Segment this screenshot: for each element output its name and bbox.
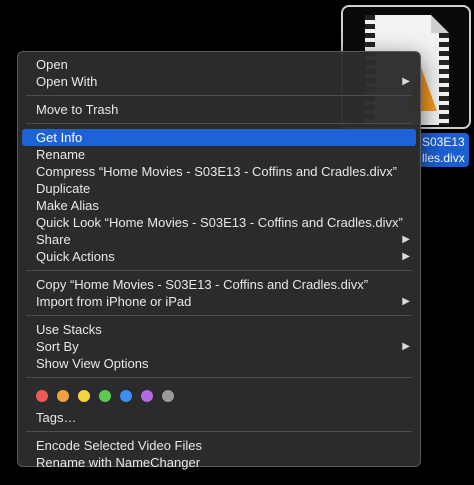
chevron-right-icon: ▶ xyxy=(402,251,410,262)
file-name-line: S03E13 xyxy=(422,135,465,149)
menu-item-label: Duplicate xyxy=(36,181,91,196)
context-menu: Open Open With ▶ Move to Trash Get Info R… xyxy=(17,51,421,470)
menu-item-label: Use Stacks xyxy=(36,322,102,337)
tag-red[interactable] xyxy=(36,390,48,402)
menu-item-label: Open xyxy=(36,57,68,72)
tag-blue[interactable] xyxy=(120,390,132,402)
film-strip-icon xyxy=(439,33,449,125)
menu-item-open[interactable]: Open xyxy=(18,56,420,73)
menu-item-label: Encode Selected Video Files xyxy=(36,438,202,453)
menu-item-label: Show View Options xyxy=(36,356,149,371)
menu-item-use-stacks[interactable]: Use Stacks xyxy=(18,321,420,338)
chevron-right-icon: ▶ xyxy=(402,234,410,245)
tag-gray[interactable] xyxy=(162,390,174,402)
tag-purple[interactable] xyxy=(141,390,153,402)
menu-item-get-info[interactable]: Get Info xyxy=(22,129,416,146)
menu-item-label: Make Alias xyxy=(36,198,99,213)
tag-yellow[interactable] xyxy=(78,390,90,402)
menu-separator xyxy=(26,315,412,316)
menu-item-copy[interactable]: Copy “Home Movies - S03E13 - Coffins and… xyxy=(18,276,420,293)
page-fold xyxy=(431,15,449,33)
menu-item-label: Open With xyxy=(36,74,98,89)
menu-item-label: Quick Look “Home Movies - S03E13 - Coffi… xyxy=(36,215,403,230)
menu-separator xyxy=(26,377,412,378)
menu-item-encode-video[interactable]: Encode Selected Video Files xyxy=(18,437,420,454)
file-name-label[interactable]: S03E13 lles.divx xyxy=(418,133,469,167)
menu-item-label: Sort By xyxy=(36,339,79,354)
tag-color-row xyxy=(18,383,420,409)
menu-item-share[interactable]: Share ▶ xyxy=(18,231,420,248)
menu-item-move-to-trash[interactable]: Move to Trash xyxy=(18,101,420,118)
menu-item-label: Import from iPhone or iPad xyxy=(36,294,192,309)
tag-green[interactable] xyxy=(99,390,111,402)
menu-item-label: Get Info xyxy=(36,130,83,145)
menu-separator xyxy=(26,431,412,432)
tag-orange[interactable] xyxy=(57,390,69,402)
chevron-right-icon: ▶ xyxy=(402,341,410,352)
menu-item-duplicate[interactable]: Duplicate xyxy=(18,180,420,197)
menu-item-label: Copy “Home Movies - S03E13 - Coffins and… xyxy=(36,277,369,292)
menu-separator xyxy=(26,270,412,271)
menu-item-quick-look[interactable]: Quick Look “Home Movies - S03E13 - Coffi… xyxy=(18,214,420,231)
menu-item-rename[interactable]: Rename xyxy=(18,146,420,163)
menu-item-make-alias[interactable]: Make Alias xyxy=(18,197,420,214)
menu-separator xyxy=(26,95,412,96)
menu-item-import-from-iphone[interactable]: Import from iPhone or iPad ▶ xyxy=(18,293,420,310)
menu-item-show-view-options[interactable]: Show View Options xyxy=(18,355,420,372)
menu-separator xyxy=(26,123,412,124)
menu-item-label: Compress “Home Movies - S03E13 - Coffins… xyxy=(36,164,398,179)
chevron-right-icon: ▶ xyxy=(402,296,410,307)
menu-item-label: Rename with NameChanger xyxy=(36,455,201,470)
menu-item-compress[interactable]: Compress “Home Movies - S03E13 - Coffins… xyxy=(18,163,420,180)
menu-item-label: Tags… xyxy=(36,410,77,425)
menu-item-label: Share xyxy=(36,232,71,247)
menu-item-sort-by[interactable]: Sort By ▶ xyxy=(18,338,420,355)
menu-item-label: Move to Trash xyxy=(36,102,119,117)
menu-item-label: Quick Actions xyxy=(36,249,115,264)
menu-item-open-with[interactable]: Open With ▶ xyxy=(18,73,420,90)
menu-item-tags[interactable]: Tags… xyxy=(18,409,420,426)
file-name-line: lles.divx xyxy=(422,151,465,165)
menu-item-quick-actions[interactable]: Quick Actions ▶ xyxy=(18,248,420,265)
menu-item-label: Rename xyxy=(36,147,86,162)
menu-item-rename-namechanger[interactable]: Rename with NameChanger xyxy=(18,454,420,471)
chevron-right-icon: ▶ xyxy=(402,76,410,87)
